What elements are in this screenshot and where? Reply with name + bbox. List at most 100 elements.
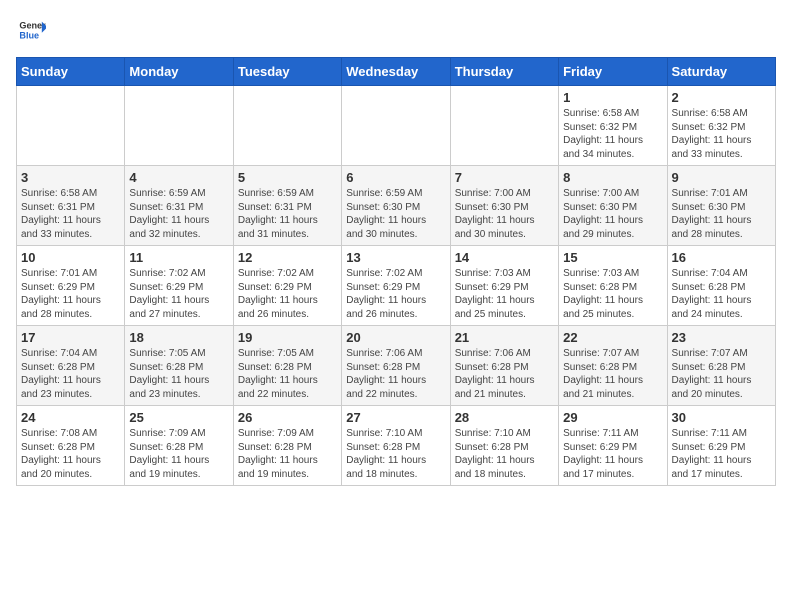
day-number: 17 [21, 330, 120, 345]
day-info: Sunrise: 7:04 AM Sunset: 6:28 PM Dayligh… [672, 267, 771, 321]
calendar-cell: 13Sunrise: 7:02 AM Sunset: 6:29 PM Dayli… [342, 246, 450, 326]
day-info: Sunrise: 7:10 AM Sunset: 6:28 PM Dayligh… [455, 427, 554, 481]
day-number: 26 [238, 410, 337, 425]
day-number: 11 [129, 250, 228, 265]
day-info: Sunrise: 6:58 AM Sunset: 6:32 PM Dayligh… [672, 107, 771, 161]
calendar-cell: 18 Sunrise: 7:05 AM Sunset: 6:28 PM Dayli… [125, 326, 233, 406]
day-info: Sunrise: 6:58 AM Sunset: 6:32 PM Dayligh… [563, 107, 662, 161]
logo: General Blue [16, 16, 46, 49]
calendar-cell: 26 Sunrise: 7:09 AM Sunset: 6:28 PM Dayli… [233, 406, 341, 486]
weekday-header-tuesday: Tuesday [233, 58, 341, 86]
day-info: Sunrise: 6:59 AM Sunset: 6:31 PM Dayligh… [129, 187, 228, 241]
calendar-cell: 2 Sunrise: 6:58 AM Sunset: 6:32 PM Daylig… [667, 86, 775, 166]
day-number: 23 [672, 330, 771, 345]
weekday-header-monday: Monday [125, 58, 233, 86]
calendar-cell [233, 86, 341, 166]
day-number: 2 [672, 90, 771, 105]
day-info: Sunrise: 7:00 AM Sunset: 6:30 PM Dayligh… [455, 187, 554, 241]
day-number: 12 [238, 250, 337, 265]
day-info: Sunrise: 7:09 AM Sunset: 6:28 PM Dayligh… [129, 427, 228, 481]
day-number: 29 [563, 410, 662, 425]
day-number: 30 [672, 410, 771, 425]
day-info: Sunrise: 6:59 AM Sunset: 6:31 PM Dayligh… [238, 187, 337, 241]
calendar-cell: 20 Sunrise: 7:06 AM Sunset: 6:28 PM Dayli… [342, 326, 450, 406]
day-number: 28 [455, 410, 554, 425]
calendar-cell: 29 Sunrise: 7:11 AM Sunset: 6:29 PM Dayli… [559, 406, 667, 486]
day-number: 13 [346, 250, 445, 265]
day-number: 15 [563, 250, 662, 265]
day-info: Sunrise: 7:08 AM Sunset: 6:28 PM Dayligh… [21, 427, 120, 481]
day-info: Sunrise: 7:01 AM Sunset: 6:29 PM Dayligh… [21, 267, 120, 321]
day-number: 14 [455, 250, 554, 265]
day-info: Sunrise: 7:07 AM Sunset: 6:28 PM Dayligh… [672, 347, 771, 401]
day-number: 4 [129, 170, 228, 185]
calendar-cell: 25 Sunrise: 7:09 AM Sunset: 6:28 PM Dayli… [125, 406, 233, 486]
day-number: 18 [129, 330, 228, 345]
day-info: Sunrise: 7:04 AM Sunset: 6:28 PM Dayligh… [21, 347, 120, 401]
day-info: Sunrise: 7:00 AM Sunset: 6:30 PM Dayligh… [563, 187, 662, 241]
day-info: Sunrise: 7:02 AM Sunset: 6:29 PM Dayligh… [238, 267, 337, 321]
calendar-cell: 24 Sunrise: 7:08 AM Sunset: 6:28 PM Dayli… [17, 406, 125, 486]
day-info: Sunrise: 7:06 AM Sunset: 6:28 PM Dayligh… [455, 347, 554, 401]
calendar-cell: 4 Sunrise: 6:59 AM Sunset: 6:31 PM Daylig… [125, 166, 233, 246]
day-info: Sunrise: 7:06 AM Sunset: 6:28 PM Dayligh… [346, 347, 445, 401]
weekday-header-sunday: Sunday [17, 58, 125, 86]
calendar-cell: 27 Sunrise: 7:10 AM Sunset: 6:28 PM Dayli… [342, 406, 450, 486]
day-info: Sunrise: 7:10 AM Sunset: 6:28 PM Dayligh… [346, 427, 445, 481]
page-header: General Blue [16, 16, 776, 49]
day-number: 5 [238, 170, 337, 185]
calendar-cell: 3Sunrise: 6:58 AM Sunset: 6:31 PM Daylig… [17, 166, 125, 246]
day-info: Sunrise: 7:03 AM Sunset: 6:29 PM Dayligh… [455, 267, 554, 321]
calendar-cell: 17 Sunrise: 7:04 AM Sunset: 6:28 PM Dayli… [17, 326, 125, 406]
day-number: 20 [346, 330, 445, 345]
day-info: Sunrise: 7:09 AM Sunset: 6:28 PM Dayligh… [238, 427, 337, 481]
svg-text:Blue: Blue [19, 30, 39, 40]
calendar-cell: 7 Sunrise: 7:00 AM Sunset: 6:30 PM Daylig… [450, 166, 558, 246]
weekday-header-wednesday: Wednesday [342, 58, 450, 86]
day-number: 21 [455, 330, 554, 345]
day-info: Sunrise: 7:11 AM Sunset: 6:29 PM Dayligh… [672, 427, 771, 481]
calendar-cell [342, 86, 450, 166]
calendar-cell: 11 Sunrise: 7:02 AM Sunset: 6:29 PM Dayli… [125, 246, 233, 326]
day-number: 7 [455, 170, 554, 185]
calendar-cell: 12 Sunrise: 7:02 AM Sunset: 6:29 PM Dayli… [233, 246, 341, 326]
weekday-header-friday: Friday [559, 58, 667, 86]
calendar-cell: 21 Sunrise: 7:06 AM Sunset: 6:28 PM Dayli… [450, 326, 558, 406]
calendar-cell: 10 Sunrise: 7:01 AM Sunset: 6:29 PM Dayli… [17, 246, 125, 326]
day-number: 16 [672, 250, 771, 265]
day-number: 27 [346, 410, 445, 425]
weekday-header-thursday: Thursday [450, 58, 558, 86]
day-info: Sunrise: 7:11 AM Sunset: 6:29 PM Dayligh… [563, 427, 662, 481]
day-number: 8 [563, 170, 662, 185]
calendar-cell: 8 Sunrise: 7:00 AM Sunset: 6:30 PM Daylig… [559, 166, 667, 246]
calendar-cell [125, 86, 233, 166]
day-info: Sunrise: 7:01 AM Sunset: 6:30 PM Dayligh… [672, 187, 771, 241]
day-number: 10 [21, 250, 120, 265]
calendar-cell: 15 Sunrise: 7:03 AM Sunset: 6:28 PM Dayli… [559, 246, 667, 326]
day-number: 25 [129, 410, 228, 425]
calendar-cell: 9 Sunrise: 7:01 AM Sunset: 6:30 PM Daylig… [667, 166, 775, 246]
day-number: 1 [563, 90, 662, 105]
day-info: Sunrise: 7:05 AM Sunset: 6:28 PM Dayligh… [129, 347, 228, 401]
day-info: Sunrise: 6:59 AM Sunset: 6:30 PM Dayligh… [346, 187, 445, 241]
calendar-cell: 14 Sunrise: 7:03 AM Sunset: 6:29 PM Dayli… [450, 246, 558, 326]
weekday-header-saturday: Saturday [667, 58, 775, 86]
calendar-cell: 19Sunrise: 7:05 AM Sunset: 6:28 PM Dayli… [233, 326, 341, 406]
calendar-cell: 22Sunrise: 7:07 AM Sunset: 6:28 PM Dayli… [559, 326, 667, 406]
day-info: Sunrise: 7:02 AM Sunset: 6:29 PM Dayligh… [129, 267, 228, 321]
calendar-cell: 30 Sunrise: 7:11 AM Sunset: 6:29 PM Dayli… [667, 406, 775, 486]
calendar-cell: 28 Sunrise: 7:10 AM Sunset: 6:28 PM Dayli… [450, 406, 558, 486]
day-number: 6 [346, 170, 445, 185]
day-info: Sunrise: 7:03 AM Sunset: 6:28 PM Dayligh… [563, 267, 662, 321]
day-info: Sunrise: 7:07 AM Sunset: 6:28 PM Dayligh… [563, 347, 662, 401]
day-info: Sunrise: 7:05 AM Sunset: 6:28 PM Dayligh… [238, 347, 337, 401]
calendar-cell: 6 Sunrise: 6:59 AM Sunset: 6:30 PM Daylig… [342, 166, 450, 246]
calendar-cell: 5 Sunrise: 6:59 AM Sunset: 6:31 PM Daylig… [233, 166, 341, 246]
calendar-table: SundayMondayTuesdayWednesdayThursdayFrid… [16, 57, 776, 486]
calendar-cell [450, 86, 558, 166]
logo-icon: General Blue [18, 16, 46, 44]
calendar-cell: 16 Sunrise: 7:04 AM Sunset: 6:28 PM Dayli… [667, 246, 775, 326]
day-number: 9 [672, 170, 771, 185]
calendar-cell: 23 Sunrise: 7:07 AM Sunset: 6:28 PM Dayli… [667, 326, 775, 406]
day-number: 24 [21, 410, 120, 425]
